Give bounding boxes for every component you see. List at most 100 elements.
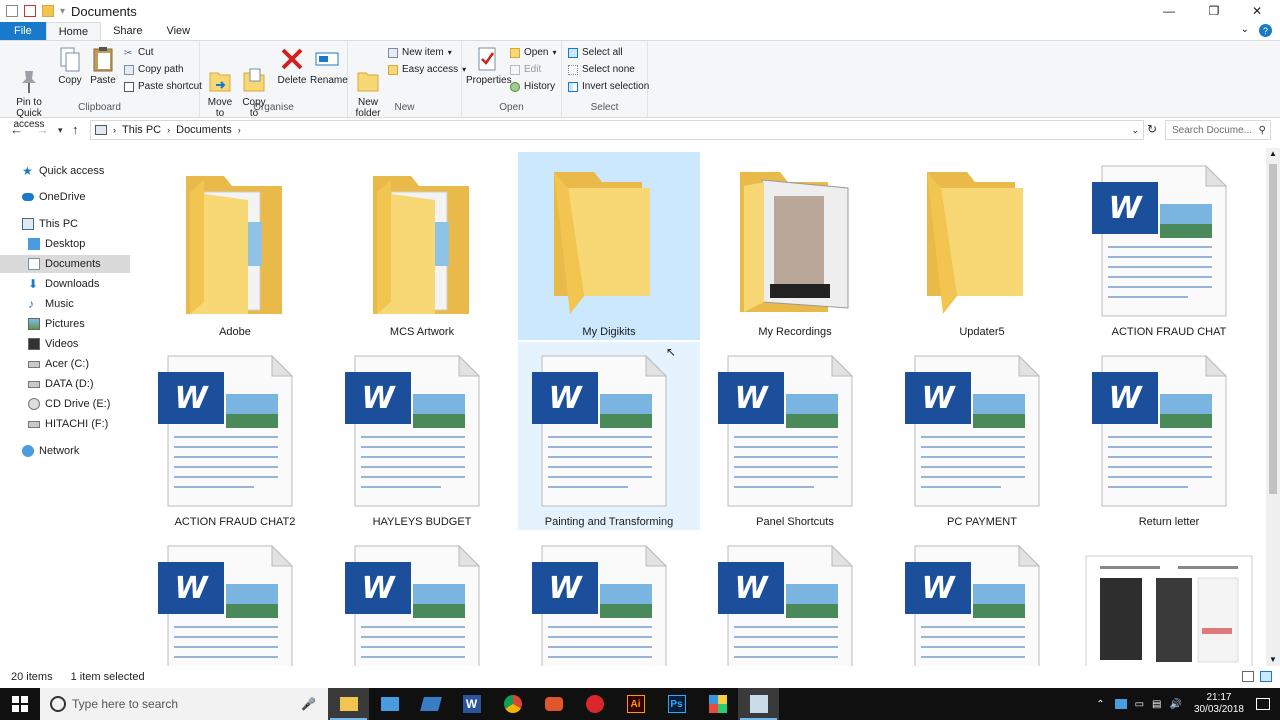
taskbar-photoshop[interactable]: Ps	[656, 688, 697, 720]
nav-desktop[interactable]: Desktop	[0, 235, 130, 253]
taskbar-file-explorer[interactable]	[328, 688, 369, 720]
new-folder-qat-icon[interactable]	[42, 5, 54, 17]
back-arrow-icon[interactable]: ←	[10, 122, 23, 137]
nav-acer-c[interactable]: Acer (C:)	[0, 355, 130, 373]
taskbar-word[interactable]: W	[451, 688, 492, 720]
properties-qat-icon[interactable]	[6, 5, 18, 17]
tray-network-icon[interactable]: ▭	[1135, 699, 1144, 710]
file-item-hayleys-budget[interactable]: W HAYLEYS BUDGET	[331, 342, 513, 530]
file-item-panel-shortcuts[interactable]: W Panel Shortcuts	[704, 342, 886, 530]
delete-button[interactable]: Delete	[276, 45, 308, 86]
recent-locations-icon[interactable]: ▾	[58, 125, 63, 136]
tab-view[interactable]: View	[154, 22, 202, 40]
tab-share[interactable]: Share	[101, 22, 154, 40]
breadcrumb-documents[interactable]: Documents	[176, 124, 232, 136]
nav-pictures[interactable]: Pictures	[0, 315, 130, 333]
qat-dropdown-icon[interactable]: ▾	[60, 6, 65, 17]
file-item-word-document[interactable]: W	[144, 532, 326, 666]
new-item-button[interactable]: New item ▾	[388, 47, 452, 58]
scrollbar-thumb[interactable]	[1269, 164, 1277, 494]
nav-downloads[interactable]: ⬇ Downloads	[0, 275, 130, 293]
file-item-word-document[interactable]: W	[704, 532, 886, 666]
rename-button[interactable]: Rename	[310, 45, 348, 86]
taskbar-app-red[interactable]	[533, 688, 574, 720]
taskbar-nero[interactable]	[574, 688, 615, 720]
invert-selection-button[interactable]: Invert selection	[568, 81, 649, 92]
folder-item-my-recordings[interactable]: My Recordings	[704, 152, 886, 340]
edit-button[interactable]: Edit	[510, 64, 541, 75]
breadcrumb-this-pc[interactable]: This PC	[122, 124, 161, 136]
nav-data-d[interactable]: DATA (D:)	[0, 375, 130, 393]
taskbar-app-computer[interactable]	[369, 688, 410, 720]
history-button[interactable]: History	[510, 81, 555, 92]
taskbar-search-input[interactable]: Type here to search 🎤	[40, 688, 328, 720]
nav-music[interactable]: ♪ Music	[0, 295, 130, 313]
properties-button[interactable]: Properties	[466, 45, 512, 86]
folder-item-mcs-artwork[interactable]: MCS Artwork	[331, 152, 513, 340]
tray-overflow-icon[interactable]: ⌃	[1096, 699, 1104, 710]
maximize-button[interactable]: ❐	[1193, 0, 1235, 22]
refresh-icon[interactable]: ↻	[1147, 122, 1157, 136]
copy-button[interactable]: Copy	[56, 45, 84, 86]
scroll-up-icon[interactable]: ▲	[1269, 149, 1277, 158]
file-item-action-fraud-chat2[interactable]: W ACTION FRAUD CHAT2	[144, 342, 326, 530]
paste-shortcut-button[interactable]: Paste shortcut	[124, 81, 202, 92]
file-item-pc-payment[interactable]: W PC PAYMENT	[891, 342, 1073, 530]
tray-app-icon[interactable]	[1114, 699, 1127, 709]
file-item-action-fraud-chat[interactable]: W ACTION FRAUD CHAT	[1078, 152, 1260, 340]
file-item-word-document[interactable]: W	[331, 532, 513, 666]
copy-path-button[interactable]: Copy path	[124, 64, 184, 75]
tab-file[interactable]: File	[0, 22, 46, 40]
file-item-painting-and-transforming[interactable]: W Painting and Transforming	[518, 342, 700, 530]
address-dropdown-icon[interactable]: ⌄	[1131, 125, 1139, 136]
nav-this-pc[interactable]: This PC	[0, 215, 130, 233]
microphone-icon[interactable]: 🎤	[301, 697, 316, 711]
search-input[interactable]: Search Docume... ⚲	[1165, 120, 1271, 140]
taskbar-chrome[interactable]	[492, 688, 533, 720]
file-item-return-letter[interactable]: W Return letter	[1078, 342, 1260, 530]
file-item-word-document[interactable]: W	[518, 532, 700, 666]
details-view-icon[interactable]	[1242, 671, 1254, 682]
cd-icon	[28, 398, 40, 410]
open-button[interactable]: Open ▾	[510, 47, 556, 58]
taskbar-app-colorful[interactable]	[697, 688, 738, 720]
nav-onedrive[interactable]: OneDrive	[0, 188, 130, 206]
notifications-icon[interactable]	[1256, 698, 1270, 710]
large-icons-view-icon[interactable]	[1260, 671, 1272, 682]
folder-item-my-digikits[interactable]: My Digikits	[518, 152, 700, 340]
address-bar[interactable]: › This PC › Documents › ⌄	[90, 120, 1144, 140]
help-icon[interactable]: ?	[1259, 24, 1272, 37]
forward-arrow-icon[interactable]: →	[36, 122, 49, 137]
paste-button[interactable]: Paste	[88, 45, 118, 86]
file-item-word-document[interactable]: W	[891, 532, 1073, 666]
nav-cd-drive-e[interactable]: CD Drive (E:)	[0, 395, 130, 413]
folder-item-updater5[interactable]: Updater5	[891, 152, 1073, 340]
up-arrow-icon[interactable]: ↑	[72, 122, 79, 137]
folder-item-adobe[interactable]: Adobe	[144, 152, 326, 340]
taskbar-illustrator[interactable]: Ai	[615, 688, 656, 720]
nav-documents[interactable]: Documents	[0, 255, 130, 273]
clock[interactable]: 21:17 30/03/2018	[1194, 692, 1244, 716]
vertical-scrollbar[interactable]: ▲ ▼	[1266, 148, 1280, 666]
cut-button[interactable]: ✂ Cut	[124, 47, 154, 59]
start-button[interactable]	[0, 688, 40, 720]
ribbon-collapse-icon[interactable]: ⌄	[1241, 24, 1249, 37]
taskbar-app-blue[interactable]	[410, 688, 451, 720]
select-none-button[interactable]: Select none	[568, 64, 635, 75]
check-qat-icon[interactable]	[24, 5, 36, 17]
svg-text:W: W	[548, 571, 583, 606]
taskbar-app-active[interactable]	[738, 688, 779, 720]
easy-access-button[interactable]: Easy access ▾	[388, 64, 466, 75]
nav-videos[interactable]: Videos	[0, 335, 130, 353]
nav-network[interactable]: Network	[0, 442, 130, 460]
minimize-button[interactable]: —	[1148, 0, 1190, 22]
close-button[interactable]: ✕	[1236, 0, 1278, 22]
volume-icon[interactable]: 🔊	[1169, 699, 1181, 710]
nav-quick-access[interactable]: ★ Quick access	[0, 162, 130, 180]
scroll-down-icon[interactable]: ▼	[1269, 655, 1277, 664]
file-item-document-thumbnail[interactable]	[1078, 532, 1260, 666]
tab-home[interactable]: Home	[45, 22, 102, 40]
nav-hitachi-f[interactable]: HITACHI (F:)	[0, 415, 130, 433]
select-all-button[interactable]: Select all	[568, 47, 623, 58]
tray-monitor-icon[interactable]: ▤	[1152, 699, 1161, 710]
